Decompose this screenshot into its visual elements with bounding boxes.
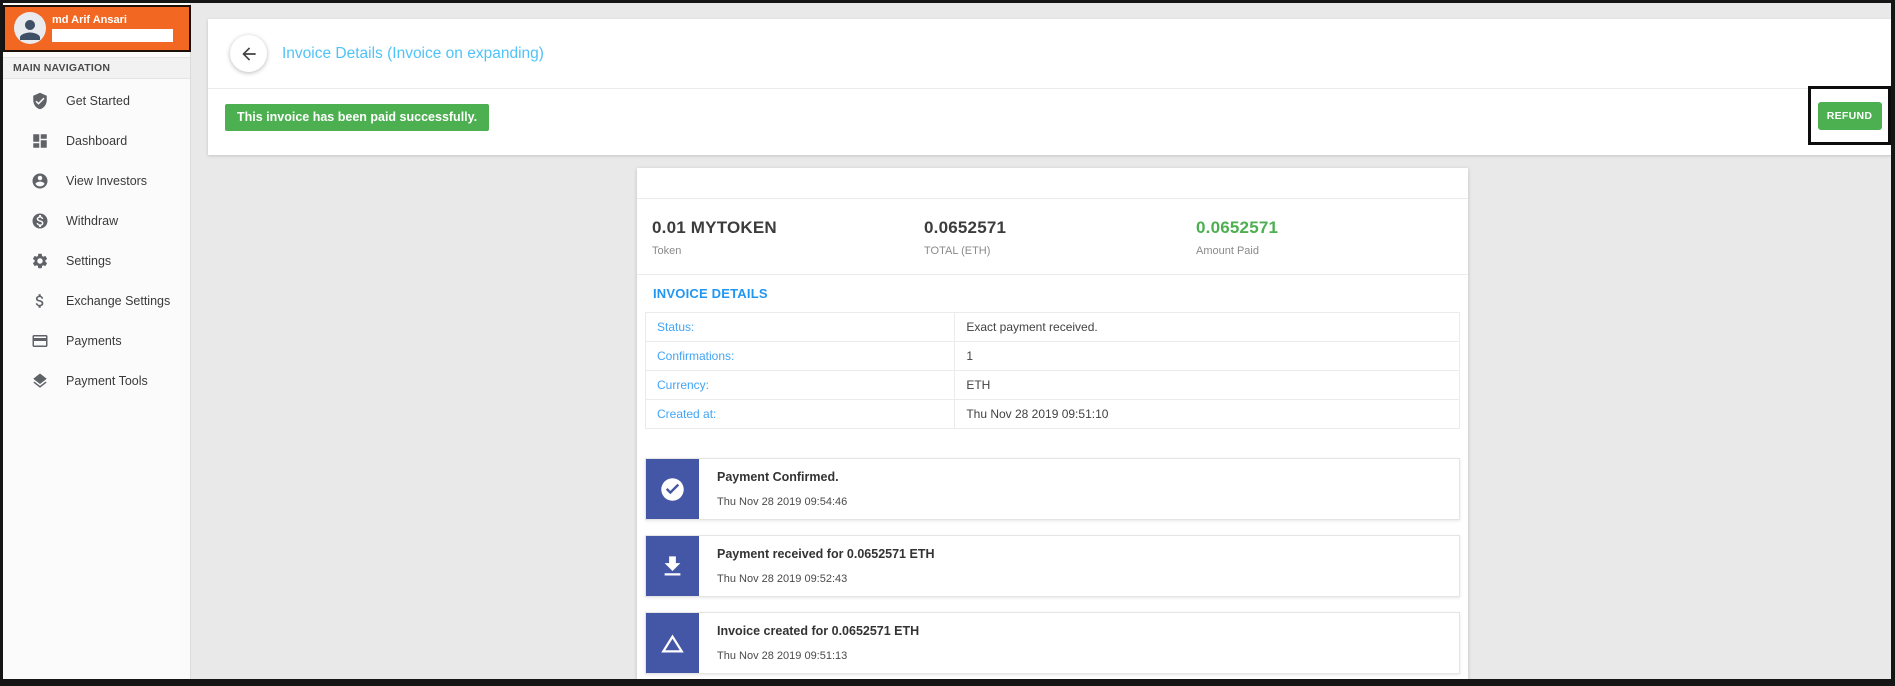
nav-section-label: MAIN NAVIGATION bbox=[3, 57, 190, 79]
sidebar-item-label: Settings bbox=[66, 254, 112, 268]
page-title: Invoice Details (Invoice on expanding) bbox=[282, 44, 544, 62]
timeline-title: Invoice created for 0.0652571 ETH bbox=[717, 624, 920, 638]
table-row: Status: Exact payment received. bbox=[644, 312, 1460, 342]
dashboard-icon bbox=[33, 134, 47, 148]
timeline-icon-box bbox=[646, 536, 699, 596]
sidebar-item-dashboard[interactable]: Dashboard bbox=[3, 121, 190, 161]
timeline-date: Thu Nov 28 2019 09:52:43 bbox=[717, 573, 848, 585]
stat-label: Amount Paid bbox=[1196, 245, 1259, 257]
stat-value: 0.01 MYTOKEN bbox=[652, 218, 777, 237]
sidebar-item-label: Payment Tools bbox=[66, 374, 148, 388]
invoice-details-table: Status: Exact payment received. Confirma… bbox=[644, 312, 1460, 429]
download-icon bbox=[664, 555, 681, 575]
row-value: ETH bbox=[954, 370, 1460, 400]
layers-icon bbox=[33, 373, 47, 388]
triangle-icon bbox=[661, 634, 684, 652]
person-circle-icon bbox=[32, 173, 48, 189]
success-banner: This invoice has been paid successfully. bbox=[225, 104, 490, 131]
timeline-item-invoice-created: Invoice created for 0.0652571 ETH Thu No… bbox=[645, 612, 1460, 674]
invoice-stats: 0.01 MYTOKEN Token 0.0652571 TOTAL (ETH)… bbox=[637, 199, 1468, 257]
timeline-date: Thu Nov 28 2019 09:54:46 bbox=[717, 496, 848, 508]
table-row: Confirmations: 1 bbox=[644, 341, 1460, 371]
table-row: Currency: ETH bbox=[644, 370, 1460, 400]
back-button[interactable] bbox=[230, 35, 267, 72]
person-icon bbox=[20, 20, 40, 40]
row-value: Exact payment received. bbox=[954, 312, 1460, 342]
sidebar-item-settings[interactable]: Settings bbox=[3, 241, 190, 281]
sidebar-item-withdraw[interactable]: Withdraw bbox=[3, 201, 190, 241]
timeline-item-payment-confirmed: Payment Confirmed. Thu Nov 28 2019 09:54… bbox=[645, 458, 1460, 520]
timeline-body: Invoice created for 0.0652571 ETH Thu No… bbox=[699, 613, 919, 673]
sidebar-item-label: View Investors bbox=[66, 174, 148, 188]
table-row: Created at: Thu Nov 28 2019 09:51:10 bbox=[644, 399, 1460, 429]
invoice-card: 0.01 MYTOKEN Token 0.0652571 TOTAL (ETH)… bbox=[637, 168, 1468, 679]
timeline-item-payment-received: Payment received for 0.0652571 ETH Thu N… bbox=[645, 535, 1460, 597]
timeline-title: Payment received for 0.0652571 ETH bbox=[717, 547, 935, 561]
sidebar-item-exchange-settings[interactable]: Exchange Settings bbox=[3, 281, 190, 321]
dollar-circle-icon bbox=[32, 213, 48, 229]
user-profile-panel[interactable]: md Arif Ansari bbox=[3, 5, 191, 52]
refund-highlight-box: REFUND bbox=[1808, 86, 1891, 145]
timeline-body: Payment Confirmed. Thu Nov 28 2019 09:54… bbox=[699, 459, 847, 519]
row-label: Confirmations: bbox=[644, 341, 956, 371]
row-value: Thu Nov 28 2019 09:51:10 bbox=[954, 399, 1460, 429]
sidebar-item-payment-tools[interactable]: Payment Tools bbox=[3, 361, 190, 401]
sidebar-item-label: Dashboard bbox=[66, 134, 128, 148]
credit-card-icon bbox=[32, 335, 48, 347]
timeline-title: Payment Confirmed. bbox=[717, 470, 839, 484]
sidebar: md Arif Ansari MAIN NAVIGATION Get Start… bbox=[3, 3, 191, 679]
invoice-details-heading: INVOICE DETAILS bbox=[653, 286, 768, 301]
sidebar-item-payments[interactable]: Payments bbox=[3, 321, 190, 361]
shield-check-icon bbox=[33, 92, 47, 110]
app-window: md Arif Ansari MAIN NAVIGATION Get Start… bbox=[0, 0, 1895, 686]
refund-button[interactable]: REFUND bbox=[1817, 101, 1882, 130]
stat-label: Token bbox=[652, 245, 682, 257]
section-divider bbox=[637, 274, 1468, 275]
page-header-card: Invoice Details (Invoice on expanding) T… bbox=[208, 19, 1891, 155]
row-label: Created at: bbox=[644, 399, 956, 429]
dollar-icon bbox=[35, 294, 44, 308]
user-name: md Arif Ansari bbox=[52, 14, 127, 26]
stat-label: TOTAL (ETH) bbox=[924, 245, 991, 257]
redacted-email-bar bbox=[52, 29, 173, 42]
timeline-icon-box bbox=[646, 613, 699, 673]
sidebar-item-label: Payments bbox=[66, 334, 122, 348]
action-row: This invoice has been paid successfully. bbox=[208, 89, 1891, 154]
row-value: 1 bbox=[954, 341, 1460, 371]
sidebar-item-label: Withdraw bbox=[66, 214, 119, 228]
title-row: Invoice Details (Invoice on expanding) bbox=[208, 19, 1891, 89]
invoice-timeline: Payment Confirmed. Thu Nov 28 2019 09:54… bbox=[645, 458, 1460, 679]
sidebar-item-view-investors[interactable]: View Investors bbox=[3, 161, 190, 201]
row-label: Status: bbox=[644, 312, 956, 342]
stat-amount-paid: 0.0652571 Amount Paid bbox=[1196, 218, 1468, 257]
gear-icon bbox=[32, 253, 48, 269]
timeline-body: Payment received for 0.0652571 ETH Thu N… bbox=[699, 536, 934, 596]
sidebar-item-label: Get Started bbox=[66, 94, 130, 108]
arrow-left-icon bbox=[241, 46, 256, 61]
row-label: Currency: bbox=[644, 370, 956, 400]
sidebar-item-get-started[interactable]: Get Started bbox=[3, 81, 190, 121]
sidebar-item-label: Exchange Settings bbox=[66, 294, 171, 308]
check-circle-icon bbox=[661, 477, 684, 501]
stat-value: 0.0652571 bbox=[924, 218, 1007, 237]
timeline-date: Thu Nov 28 2019 09:51:13 bbox=[717, 650, 848, 662]
stat-token: 0.01 MYTOKEN Token bbox=[652, 218, 924, 257]
invoice-card-topbar bbox=[637, 168, 1468, 199]
sidebar-nav: Get Started Dashboard View Investors Wit… bbox=[3, 81, 190, 401]
timeline-icon-box bbox=[646, 459, 699, 519]
stat-value: 0.0652571 bbox=[1196, 218, 1279, 237]
avatar bbox=[14, 12, 46, 44]
stat-total-eth: 0.0652571 TOTAL (ETH) bbox=[924, 218, 1196, 257]
